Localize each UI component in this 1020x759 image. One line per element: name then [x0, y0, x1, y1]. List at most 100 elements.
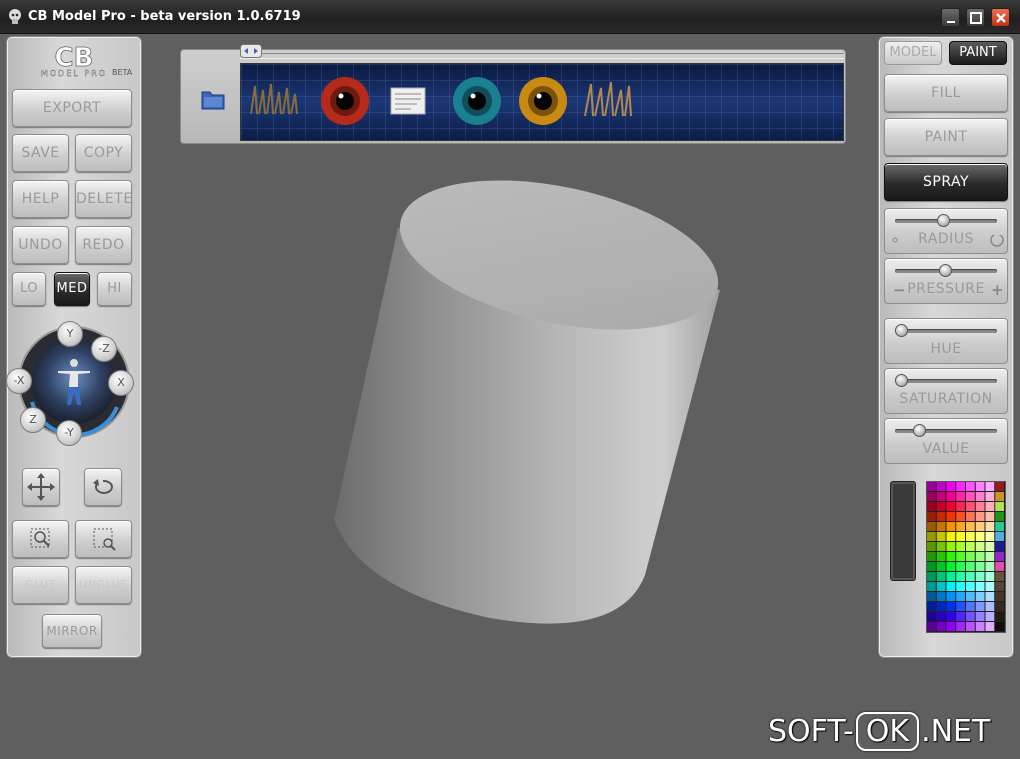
spray-button[interactable]: SPRAY: [884, 163, 1008, 201]
current-color-swatch[interactable]: [890, 481, 916, 581]
delete-button[interactable]: DELETE: [75, 180, 132, 218]
palette-cell: [966, 492, 975, 501]
palette-cell: [936, 542, 946, 551]
export-button[interactable]: EXPORT: [12, 89, 132, 127]
palette-cell: [956, 512, 965, 521]
fill-button[interactable]: FILL: [884, 74, 1008, 112]
folder-icon[interactable]: [199, 87, 227, 113]
view-axis-compass[interactable]: Y -Z -X X Z -Y: [6, 321, 137, 447]
axis-neg-z-button[interactable]: -Z: [91, 336, 117, 362]
palette-cell: [927, 612, 936, 621]
tab-model[interactable]: MODEL: [884, 41, 942, 65]
unglue-button[interactable]: UNGLUE: [75, 566, 132, 604]
hue-slider[interactable]: HUE: [884, 318, 1008, 364]
close-icon: [996, 13, 1006, 23]
palette-cell: [995, 512, 1004, 521]
palette-cell: [985, 482, 995, 491]
paint-button[interactable]: PAINT: [884, 118, 1008, 156]
palette-cell: [956, 542, 965, 551]
palette-cell: [927, 542, 936, 551]
undo-button[interactable]: UNDO: [12, 226, 69, 264]
axis-neg-x-button[interactable]: -X: [6, 368, 32, 394]
axis-z-button[interactable]: Z: [20, 407, 46, 433]
pressure-slider[interactable]: PRESSURE − +: [884, 258, 1008, 304]
palette-cell: [956, 572, 965, 581]
maximize-button[interactable]: [966, 8, 985, 27]
saturation-track[interactable]: [895, 379, 997, 383]
palette-cell: [946, 512, 956, 521]
palette-cell: [946, 552, 956, 561]
palette-cell: [995, 502, 1004, 511]
axis-neg-y-button[interactable]: -Y: [56, 420, 82, 446]
saturation-slider[interactable]: SATURATION: [884, 368, 1008, 414]
palette-cell: [927, 622, 936, 631]
value-slider[interactable]: VALUE: [884, 418, 1008, 464]
palette-cell: [927, 532, 936, 541]
palette-cell: [936, 502, 946, 511]
palette-cell: [985, 502, 995, 511]
palette-cell: [936, 532, 946, 541]
value-knob[interactable]: [913, 424, 926, 437]
move-tool-button[interactable]: [22, 468, 60, 506]
texture-strip[interactable]: [240, 63, 844, 141]
minimize-button[interactable]: [941, 8, 960, 27]
glue-button[interactable]: GLUE: [12, 566, 69, 604]
palette-cell: [927, 492, 936, 501]
hue-knob[interactable]: [895, 324, 908, 337]
axis-y-button[interactable]: Y: [57, 321, 83, 347]
palette-cell: [927, 552, 936, 561]
palette-cell: [956, 562, 965, 571]
med-resolution-button[interactable]: MED: [54, 272, 90, 306]
pressure-knob[interactable]: [939, 264, 952, 277]
palette-cell: [936, 582, 946, 591]
palette-cell: [995, 542, 1004, 551]
palette-cell: [995, 592, 1004, 601]
palette-cell: [936, 572, 946, 581]
minus-icon: −: [893, 281, 906, 299]
palette-cell: [956, 482, 965, 491]
palette-cell: [966, 502, 975, 511]
redo-button[interactable]: REDO: [75, 226, 132, 264]
axis-x-button[interactable]: X: [108, 370, 134, 396]
palette-cell: [985, 592, 995, 601]
palette-cell: [995, 532, 1004, 541]
color-palette[interactable]: [926, 481, 1006, 633]
radius-knob[interactable]: [937, 214, 950, 227]
palette-cell: [927, 562, 936, 571]
hue-track[interactable]: [895, 329, 997, 333]
lo-resolution-button[interactable]: LO: [12, 272, 46, 306]
palette-cell: [985, 562, 995, 571]
palette-cell: [927, 512, 936, 521]
tab-paint[interactable]: PAINT: [949, 41, 1007, 65]
help-button[interactable]: HELP: [12, 180, 69, 218]
3d-cylinder-model[interactable]: [300, 170, 750, 640]
palette-cell: [966, 532, 975, 541]
mirror-button[interactable]: MIRROR: [42, 614, 102, 648]
palette-cell: [946, 602, 956, 611]
zoom-fit-button[interactable]: [12, 520, 69, 558]
hi-resolution-button[interactable]: HI: [97, 272, 132, 306]
scroll-handle-icon[interactable]: [240, 44, 262, 58]
texture-scroll-track[interactable]: [240, 53, 844, 59]
value-track[interactable]: [895, 429, 997, 433]
palette-cell: [975, 582, 985, 591]
teal-eye-thumb: [453, 77, 501, 125]
palette-cell: [956, 592, 965, 601]
zoom-region-button[interactable]: [75, 520, 132, 558]
saturation-knob[interactable]: [895, 374, 908, 387]
copy-button[interactable]: COPY: [75, 134, 132, 172]
rotate-tool-button[interactable]: [84, 468, 122, 506]
radius-slider[interactable]: RADIUS: [884, 208, 1008, 254]
palette-cell: [975, 552, 985, 561]
human-figure-icon: [58, 359, 90, 405]
palette-cell: [995, 562, 1004, 571]
save-button[interactable]: SAVE: [12, 134, 69, 172]
palette-cell: [975, 622, 985, 631]
plus-icon: +: [991, 281, 1004, 299]
palette-cell: [946, 572, 956, 581]
red-eye-thumb: [321, 77, 369, 125]
title-bar[interactable]: CB Model Pro - beta version 1.0.6719: [0, 0, 1020, 34]
palette-cell: [927, 582, 936, 591]
close-button[interactable]: [991, 8, 1010, 27]
palette-cell: [956, 552, 965, 561]
